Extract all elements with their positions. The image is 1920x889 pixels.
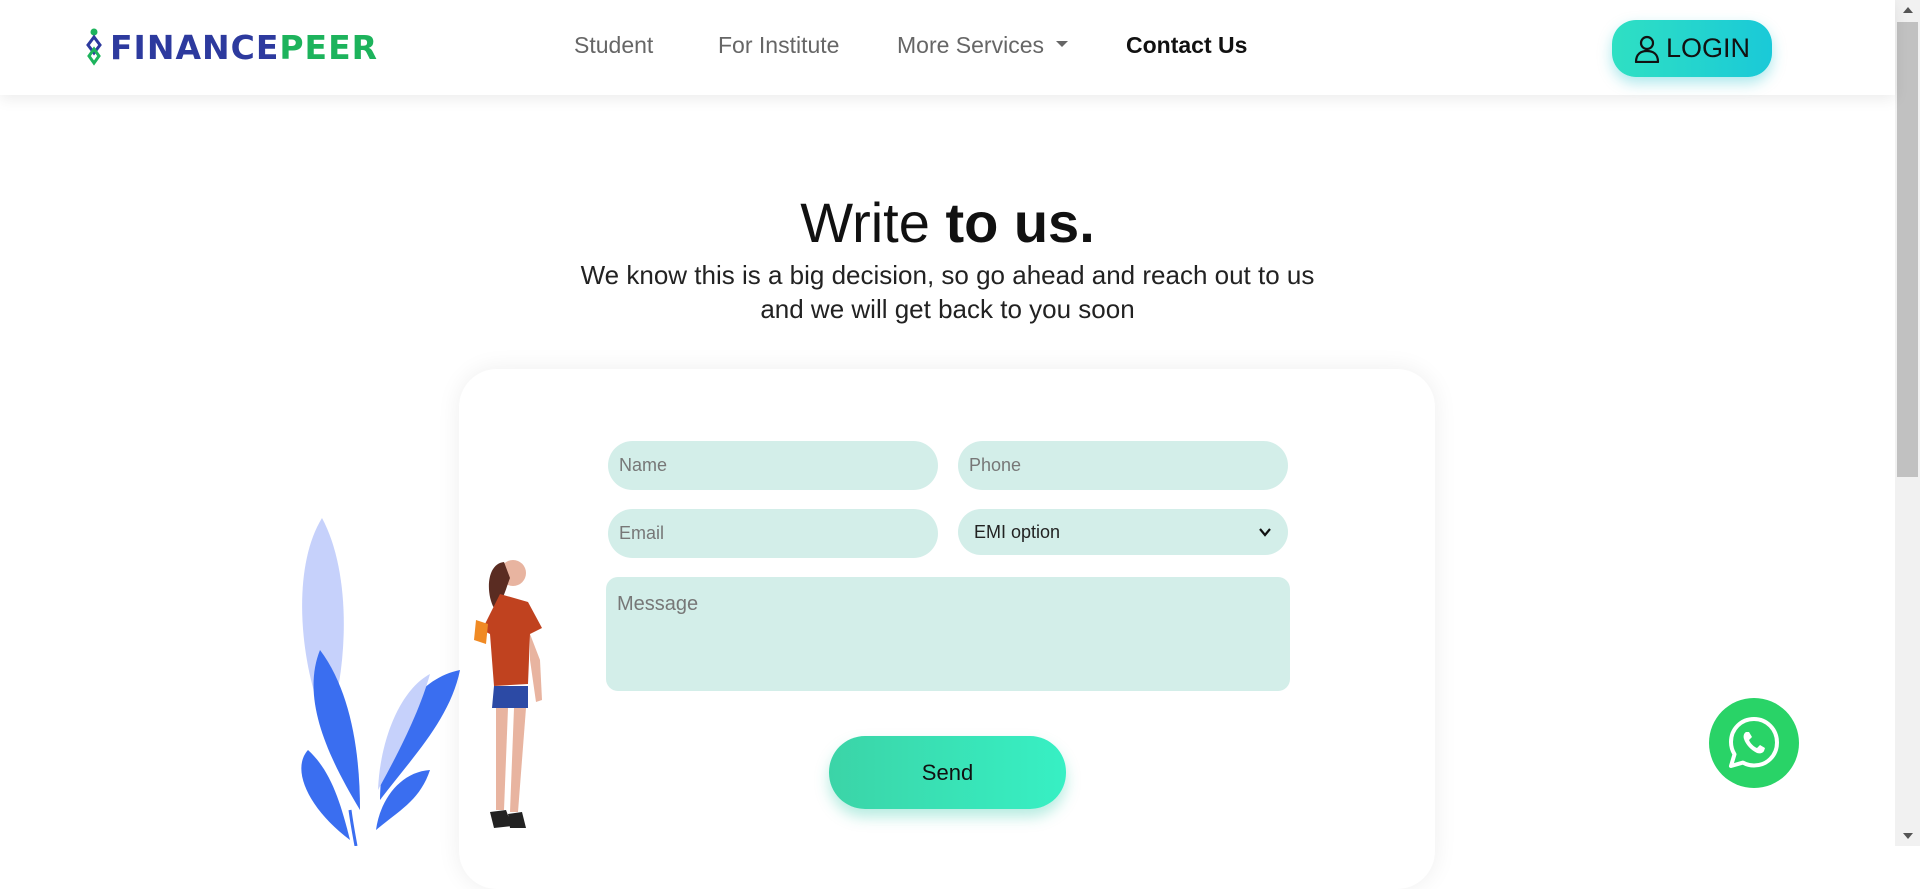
emi-option-select[interactable]: EMI option <box>958 509 1288 555</box>
header: FINANCEPEER Student For Institute More S… <box>0 0 1895 95</box>
message-textarea[interactable] <box>606 577 1290 691</box>
nav-more-services[interactable]: More Services <box>897 32 1068 59</box>
emi-option-value: EMI option <box>974 521 1061 542</box>
whatsapp-icon <box>1729 717 1779 768</box>
login-button[interactable]: LOGIN <box>1612 20 1772 77</box>
page-subtitle: We know this is a big decision, so go ah… <box>580 260 1315 324</box>
name-input[interactable] <box>608 441 938 490</box>
woman-plant-illustration <box>301 518 542 846</box>
caret-down-icon <box>1055 40 1068 47</box>
nav-for-institute[interactable]: For Institute <box>718 32 839 59</box>
nav-more-services-label: More Services <box>897 32 1044 58</box>
send-button[interactable]: Send <box>829 736 1066 809</box>
user-icon <box>1634 35 1660 63</box>
brand-mark-icon <box>86 28 102 66</box>
scrollbar[interactable] <box>1895 0 1920 846</box>
scroll-up-arrow-icon[interactable] <box>1895 0 1920 20</box>
scroll-thumb[interactable] <box>1897 22 1918 477</box>
whatsapp-button[interactable] <box>1709 698 1799 788</box>
nav-contact-us[interactable]: Contact Us <box>1126 32 1247 59</box>
page-title: Write to us. <box>800 191 1095 254</box>
brand-logo[interactable]: FINANCEPEER <box>84 27 378 67</box>
chevron-down-icon <box>1259 528 1271 537</box>
brand-name: FINANCEPEER <box>110 27 379 67</box>
login-label: LOGIN <box>1665 33 1751 63</box>
nav-student[interactable]: Student <box>574 32 653 59</box>
scroll-down-arrow-icon[interactable] <box>1895 826 1920 846</box>
phone-input[interactable] <box>958 441 1288 490</box>
email-input[interactable] <box>608 509 938 558</box>
